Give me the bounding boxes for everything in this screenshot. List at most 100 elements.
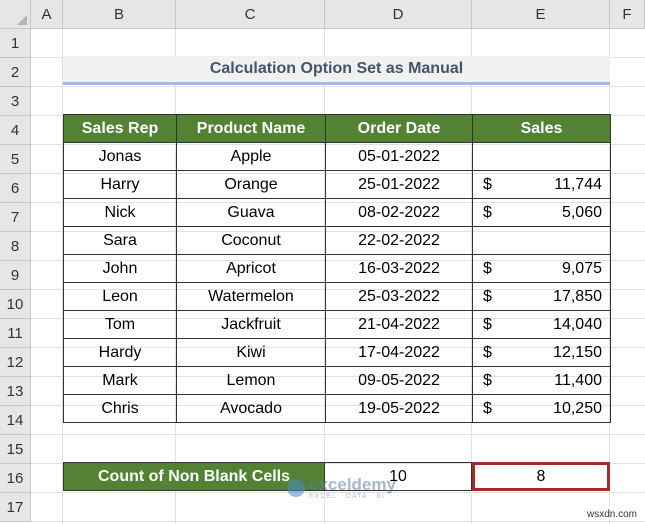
cell-sales-rep[interactable]: Leon	[63, 282, 177, 311]
sales-amount: 17,850	[553, 287, 602, 305]
cell-order-date[interactable]: 17-04-2022	[325, 338, 473, 367]
cell-order-date[interactable]: 16-03-2022	[325, 254, 473, 283]
cell-sales[interactable]: $12,150	[472, 338, 611, 367]
column-header-c[interactable]: C	[176, 0, 325, 29]
cell-product-name[interactable]: Watermelon	[176, 282, 326, 311]
cell-sales-rep[interactable]: Jonas	[63, 142, 177, 171]
row-header-15[interactable]: 15	[0, 435, 31, 464]
row-header-6[interactable]: 6	[0, 174, 31, 203]
row-header-17[interactable]: 17	[0, 493, 31, 522]
sales-currency: $	[483, 287, 492, 305]
watermark-sub: EXCEL · DATA · BI	[309, 493, 385, 500]
sales-amount: 10,250	[553, 399, 602, 417]
sales-table: Sales Rep Product Name Order Date Sales …	[63, 114, 611, 423]
sales-currency: $	[483, 315, 492, 333]
cell-product-name[interactable]: Avocado	[176, 394, 326, 423]
row-header-1[interactable]: 1	[0, 29, 31, 58]
row-header-2[interactable]: 2	[0, 58, 31, 87]
cell-product-name[interactable]: Kiwi	[176, 338, 326, 367]
column-header-b[interactable]: B	[63, 0, 176, 29]
cell-product-name[interactable]: Coconut	[176, 226, 326, 255]
sales-currency: $	[483, 371, 492, 389]
row-header-7[interactable]: 7	[0, 203, 31, 232]
cell-sales-rep[interactable]: Tom	[63, 310, 177, 339]
sales-amount: 5,060	[561, 203, 602, 221]
table-header-row: Sales Rep Product Name Order Date Sales	[63, 114, 611, 143]
row-header-4[interactable]: 4	[0, 116, 31, 145]
table-row: John Apricot 16-03-2022 $9,075	[63, 254, 611, 283]
cell-order-date[interactable]: 08-02-2022	[325, 198, 473, 227]
row-header-14[interactable]: 14	[0, 406, 31, 435]
cell-sales-rep[interactable]: John	[63, 254, 177, 283]
table-row: Leon Watermelon 25-03-2022 $17,850	[63, 282, 611, 311]
sales-currency: $	[483, 203, 492, 221]
table-row: Jonas Apple 05-01-2022	[63, 142, 611, 171]
cell-sales[interactable]: $5,060	[472, 198, 611, 227]
sales-amount: 12,150	[553, 343, 602, 361]
row-header-13[interactable]: 13	[0, 377, 31, 406]
row-header-5[interactable]: 5	[0, 145, 31, 174]
row-header-3[interactable]: 3	[0, 87, 31, 116]
cell-sales[interactable]: $14,040	[472, 310, 611, 339]
sales-amount: 9,075	[561, 259, 602, 277]
sales-amount: 11,400	[554, 371, 602, 389]
cell-product-name[interactable]: Lemon	[176, 366, 326, 395]
sales-currency: $	[483, 175, 492, 193]
spreadsheet: ABCDEF 1 2 3 4 5 6 7 8 9 10 11 12 13 14 15 16 17 Calcula…	[0, 0, 645, 524]
sales-amount: 14,040	[553, 315, 602, 333]
grid-line	[31, 434, 645, 435]
cell-order-date[interactable]: 19-05-2022	[325, 394, 473, 423]
cell-sales-rep[interactable]: Nick	[63, 198, 177, 227]
row-header-12[interactable]: 12	[0, 348, 31, 377]
row-header-16[interactable]: 16	[0, 464, 31, 493]
row-header-10[interactable]: 10	[0, 290, 31, 319]
cell-order-date[interactable]: 22-02-2022	[325, 226, 473, 255]
header-sales-rep[interactable]: Sales Rep	[63, 114, 177, 143]
column-header-a[interactable]: A	[31, 0, 63, 29]
table-row: Tom Jackfruit 21-04-2022 $14,040	[63, 310, 611, 339]
header-order-date[interactable]: Order Date	[325, 114, 473, 143]
cell-product-name[interactable]: Orange	[176, 170, 326, 199]
summary-label[interactable]: Count of Non Blank Cells	[63, 462, 325, 491]
footer-text: wsxdn.com	[586, 509, 637, 520]
cell-sales[interactable]	[472, 142, 611, 171]
column-header-e[interactable]: E	[472, 0, 610, 29]
sheet-title[interactable]: Calculation Option Set as Manual	[63, 56, 610, 85]
cell-sales[interactable]: $9,075	[472, 254, 611, 283]
table-row: Nick Guava 08-02-2022 $5,060	[63, 198, 611, 227]
cell-order-date[interactable]: 21-04-2022	[325, 310, 473, 339]
cell-sales-rep[interactable]: Sara	[63, 226, 177, 255]
column-header-d[interactable]: D	[325, 0, 472, 29]
cell-sales[interactable]: $11,744	[472, 170, 611, 199]
cell-product-name[interactable]: Apple	[176, 142, 326, 171]
cell-product-name[interactable]: Jackfruit	[176, 310, 326, 339]
row-header-8[interactable]: 8	[0, 232, 31, 261]
cell-order-date[interactable]: 25-03-2022	[325, 282, 473, 311]
sales-currency: $	[483, 259, 492, 277]
select-all-corner[interactable]	[0, 0, 31, 29]
cell-sales[interactable]: $17,850	[472, 282, 611, 311]
cell-sales-rep[interactable]: Mark	[63, 366, 177, 395]
header-product-name[interactable]: Product Name	[176, 114, 326, 143]
column-header-f[interactable]: F	[610, 0, 645, 29]
row-header-9[interactable]: 9	[0, 261, 31, 290]
header-sales[interactable]: Sales	[472, 114, 611, 143]
summary-count-e-selected[interactable]: 8	[472, 462, 610, 491]
cell-sales[interactable]: $11,400	[472, 366, 611, 395]
cell-sales-rep[interactable]: Harry	[63, 170, 177, 199]
table-row: Chris Avocado 19-05-2022 $10,250	[63, 394, 611, 423]
cell-sales-rep[interactable]: Hardy	[63, 338, 177, 367]
table-row: Hardy Kiwi 17-04-2022 $12,150	[63, 338, 611, 367]
cell-sales[interactable]	[472, 226, 611, 255]
cell-product-name[interactable]: Apricot	[176, 254, 326, 283]
sales-amount: 11,744	[554, 175, 602, 193]
cell-order-date[interactable]: 05-01-2022	[325, 142, 473, 171]
cell-order-date[interactable]: 09-05-2022	[325, 366, 473, 395]
cell-product-name[interactable]: Guava	[176, 198, 326, 227]
row-header-11[interactable]: 11	[0, 319, 31, 348]
cell-order-date[interactable]: 25-01-2022	[325, 170, 473, 199]
table-row: Mark Lemon 09-05-2022 $11,400	[63, 366, 611, 395]
cell-sales-rep[interactable]: Chris	[63, 394, 177, 423]
grid-line	[31, 521, 645, 522]
cell-sales[interactable]: $10,250	[472, 394, 611, 423]
